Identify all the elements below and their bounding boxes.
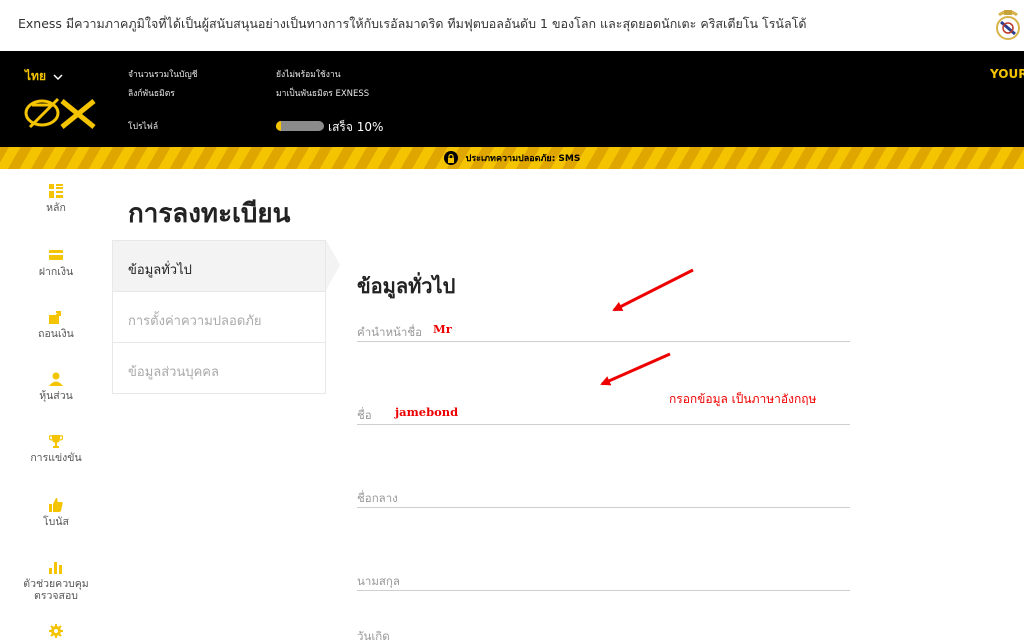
sidebar-item-bonus[interactable]: โบนัส [0,498,112,528]
subnav-item-security-settings[interactable]: การตั้งค่าความปลอดภัย [113,292,325,343]
dashboard-icon [49,184,63,198]
security-type-text: ประเภทความปลอดภัย: SMS [465,154,581,164]
sidebar-item-label: การแข่งขัน [30,452,82,464]
sidebar-item-contests[interactable]: การแข่งขัน [0,434,112,464]
sidebar-item-label: ฝากเงิน [38,266,74,278]
sidebar-item-analytics[interactable]: ตัวช่วยควบคุม ตรวจสอบ [0,560,112,602]
last-name-field-label: นามสกุล [357,574,400,588]
security-bar: ประเภทความปลอดภัย: SMS [0,147,1024,169]
profile-progress-fill [276,121,281,131]
registration-subnav: ข้อมูลทั่วไป การตั้งค่าความปลอดภัย ข้อมู… [112,240,326,394]
card-icon [49,250,63,260]
profile-progress-bar [276,121,324,131]
header-right-text[interactable]: YOUR [990,67,1024,81]
title-field[interactable]: คำนำหน้าชื่อ Mr [357,322,850,342]
trophy-icon [49,435,63,448]
subnav-item-label: การตั้งค่าความปลอดภัย [128,314,262,329]
sidebar-item-label: โบนัส [43,516,69,528]
profile-label: โปรไฟล์ [128,122,159,132]
subnav-item-general-info[interactable]: ข้อมูลทั่วไป [113,241,325,292]
language-selector[interactable]: ไทย [25,67,63,86]
bar-chart-icon [49,562,62,574]
sidebar-item-settings[interactable] [0,624,112,638]
first-name-field-label: ชื่อ [357,408,372,422]
sidebar-item-partner[interactable]: หุ้นส่วน [0,372,112,402]
sidebar-item-label: หุ้นส่วน [39,390,73,402]
sidebar-item-label-line2: ตรวจสอบ [34,590,78,602]
page: Exness มีความภาคภูมิใจที่ได้เป็นผู้สนับส… [0,0,1024,642]
gear-icon [49,624,63,638]
withdraw-icon [49,311,61,324]
sponsor-banner: Exness มีความภาคภูมิใจที่ได้เป็นผู้สนับส… [0,0,1024,51]
section-title: ข้อมูลทั่วไป [357,274,456,298]
sidebar-item-label: ถอนเงิน [38,328,74,340]
partner-link-label: ลิงก์พันธมิตร [128,89,175,99]
page-title: การลงทะเบียน [128,199,291,229]
title-field-label: คำนำหน้าชื่อ [357,325,423,339]
real-madrid-crest-icon[interactable] [992,4,1024,44]
banner-text: Exness มีความภาคภูมิใจที่ได้เป็นผู้สนับส… [18,16,807,31]
chevron-down-icon [53,73,63,80]
birth-date-field-label: วันเกิด [357,629,390,642]
subnav-item-personal-info[interactable]: ข้อมูลส่วนบุคคล [113,343,325,394]
partner-link[interactable]: มาเป็นพันธมิตร EXNESS [276,86,369,100]
lock-icon [443,151,458,165]
birth-date-field[interactable]: วันเกิด [357,626,850,642]
first-name-field-value[interactable]: jamebond [395,405,458,419]
total-accounts-label: จำนวนรวมในบัญชี [128,70,198,80]
user-icon [49,372,63,386]
top-header: ไทย จำนวนรวมในบัญชี ลิงก์พันธมิตร โปรไฟล… [0,51,1024,147]
exness-logo[interactable] [18,95,100,131]
subnav-item-label: ข้อมูลส่วนบุคคล [128,365,219,380]
title-field-value[interactable]: Mr [433,322,452,336]
arrow-pointing-first-name-field [600,352,671,386]
thumbs-up-icon [49,498,63,512]
sidebar-item-withdraw[interactable]: ถอนเงิน [0,310,112,340]
annotation-text: กรอกข้อมูล เป็นภาษาอังกฤษ [669,392,817,406]
subnav-item-label: ข้อมูลทั่วไป [128,263,192,278]
arrow-pointing-title-field [612,268,694,312]
sidebar-item-label: ตัวช่วยควบคุม [23,578,89,590]
sidebar-item-label: หลัก [46,202,66,214]
last-name-field[interactable]: นามสกุล [357,571,850,591]
sidebar-item-deposit[interactable]: ฝากเงิน [0,248,112,278]
total-accounts-value: ยังไม่พร้อมใช้งาน [276,70,341,80]
profile-progress-text: เสร็จ 10% [328,120,384,134]
language-label: ไทย [25,69,46,83]
middle-name-field-label: ชื่อกลาง [357,491,398,505]
subnav-active-arrow [326,240,340,290]
middle-name-field[interactable]: ชื่อกลาง [357,488,850,508]
sidebar-item-home[interactable]: หลัก [0,184,112,214]
